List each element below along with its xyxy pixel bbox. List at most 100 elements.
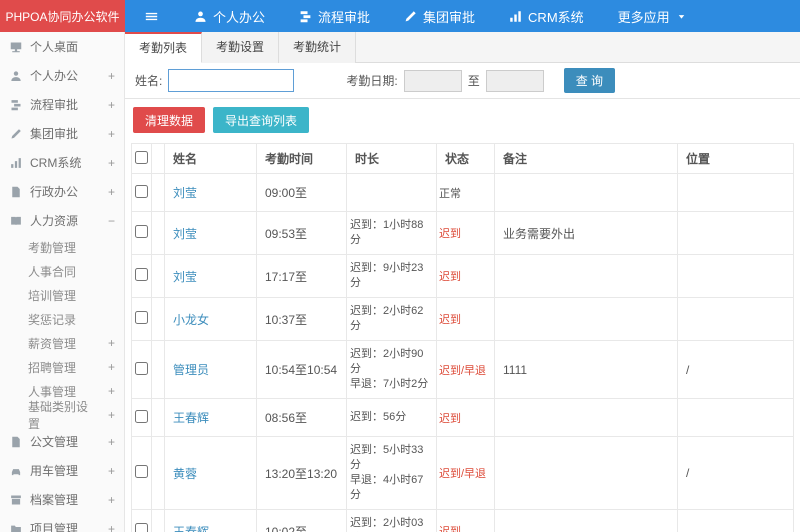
date-to-input[interactable] [485, 69, 544, 92]
sidebar-item-personal-office[interactable]: 个人办公 + [0, 61, 124, 90]
row-checkbox[interactable] [135, 311, 148, 324]
status-badge: 迟到/早退 [439, 364, 487, 377]
duration-cell: 迟到：5小时33分 早退：4小时67分 [346, 436, 437, 510]
attendance-time-cell: 08:56至 [256, 398, 347, 437]
sidebar-item-base-category-settings[interactable]: 基础类别设置 + [0, 400, 124, 431]
main-content: 考勤列表 考勤设置 考勤统计 姓名: 考勤日期: 至 查 询 清理数据 导出查询… [125, 32, 800, 532]
sidebar-item-training-mgmt[interactable]: 培训管理 [0, 283, 124, 307]
table-row: 刘莹 17:17至 迟到：9小时23分 迟到 [131, 254, 794, 298]
approval-icon [10, 128, 22, 140]
sidebar-toggle-button[interactable] [125, 0, 177, 32]
table-row: 刘莹 09:00至 正常 [131, 173, 794, 212]
status-badge: 迟到 [439, 412, 461, 425]
table-row: 小龙女 10:37至 迟到：2小时62分 迟到 [131, 297, 794, 341]
sidebar-item-attendance-mgmt[interactable]: 考勤管理 [0, 235, 124, 259]
sidebar-item-admin-office[interactable]: 行政办公 + [0, 177, 124, 206]
employee-name-link[interactable]: 管理员 [173, 363, 209, 377]
table-row: 刘莹 09:53至 迟到：1小时88分 迟到 业务需要外出 [131, 211, 794, 255]
status-badge: 迟到 [439, 271, 461, 283]
select-all-checkbox[interactable] [135, 150, 148, 164]
row-checkbox[interactable] [135, 523, 148, 532]
attendance-time-cell: 09:53至 [256, 211, 347, 255]
nav-item-more-apps[interactable]: 更多应用 [601, 0, 704, 32]
employee-name-link[interactable]: 刘莹 [173, 186, 197, 200]
expand-toggle-icon: + [107, 434, 115, 449]
sidebar-item-hr-contract[interactable]: 人事合同 [0, 259, 124, 283]
note-cell [494, 436, 678, 510]
row-checkbox[interactable] [135, 465, 148, 478]
location-cell [677, 211, 794, 255]
top-navbar: PHPOA协同办公软件 个人办公 流程审批 集团审批 CRM系统 更多应用 [0, 0, 800, 32]
nav-item-personal-office[interactable]: 个人办公 [177, 0, 282, 32]
nav-item-workflow-approval[interactable]: 流程审批 [282, 0, 387, 32]
chart-icon [10, 157, 22, 169]
flow-icon [10, 99, 22, 111]
export-list-button[interactable]: 导出查询列表 [213, 107, 310, 133]
employee-name-link[interactable]: 刘莹 [173, 270, 197, 284]
employee-name-link[interactable]: 刘莹 [173, 227, 197, 241]
blank-cell [151, 254, 165, 298]
row-checkbox[interactable] [135, 225, 148, 238]
clear-data-button[interactable]: 清理数据 [133, 107, 206, 133]
note-cell [494, 297, 678, 341]
sidebar-item-workflow-approval[interactable]: 流程审批 + [0, 90, 124, 119]
col-header-location: 位置 [677, 143, 794, 174]
sidebar-item-vehicle-mgmt[interactable]: 用车管理 + [0, 456, 124, 485]
location-cell [677, 173, 794, 212]
sidebar-item-crm-system[interactable]: CRM系统 + [0, 148, 124, 177]
sidebar-item-hr[interactable]: 人力资源 − [0, 206, 124, 235]
expand-toggle-icon: + [107, 126, 115, 141]
main-nav: 个人办公 流程审批 集团审批 CRM系统 更多应用 [177, 0, 704, 32]
tab-bar: 考勤列表 考勤设置 考勤统计 [125, 32, 800, 63]
date-to-label: 至 [467, 74, 480, 88]
nav-item-crm-system[interactable]: CRM系统 [492, 0, 601, 32]
sidebar-item-group-approval[interactable]: 集团审批 + [0, 119, 124, 148]
employee-name-link[interactable]: 黄蓉 [173, 467, 197, 481]
status-badge: 迟到 [439, 228, 461, 240]
expand-toggle-icon: + [107, 384, 115, 398]
date-from-input[interactable] [403, 69, 462, 92]
row-checkbox[interactable] [135, 184, 148, 198]
col-header-duration: 时长 [346, 143, 437, 174]
blank-cell [151, 173, 165, 212]
sidebar-item-reward-punish-records[interactable]: 奖惩记录 [0, 307, 124, 331]
car-icon [10, 465, 22, 477]
row-checkbox[interactable] [135, 268, 148, 281]
action-bar: 清理数据 导出查询列表 [125, 99, 800, 141]
location-cell [677, 398, 794, 437]
sidebar-menu: 个人桌面 个人办公 + 流程审批 + 集团审批 + CRM系统 + 行政办公 +… [0, 32, 125, 532]
employee-name-link[interactable]: 小龙女 [173, 313, 209, 327]
blank-cell [151, 211, 165, 255]
desktop-icon [10, 41, 22, 53]
note-cell [494, 173, 678, 212]
employee-name-link[interactable]: 王春辉 [173, 411, 209, 425]
row-checkbox[interactable] [135, 361, 148, 375]
tab-attendance-settings[interactable]: 考勤设置 [202, 32, 280, 63]
employee-name-link[interactable]: 王春辉 [173, 525, 209, 532]
status-badge: 迟到/早退 [439, 468, 487, 480]
sidebar-item-project-mgmt[interactable]: 项目管理 + [0, 514, 124, 532]
sidebar-item-archive-mgmt[interactable]: 档案管理 + [0, 485, 124, 514]
blank-cell [151, 340, 165, 399]
caret-down-icon [676, 11, 687, 22]
app-logo[interactable]: PHPOA协同办公软件 [0, 0, 125, 32]
attendance-time-cell: 17:17至 [256, 254, 347, 298]
row-checkbox[interactable] [135, 409, 148, 423]
attendance-time-cell: 13:20至13:20 [256, 436, 347, 510]
location-cell [677, 509, 794, 532]
doc-icon [10, 186, 22, 198]
tab-attendance-list[interactable]: 考勤列表 [125, 32, 203, 63]
col-header-name: 姓名 [164, 143, 257, 174]
sidebar-item-personal-desktop[interactable]: 个人桌面 [0, 32, 124, 61]
blank-cell [151, 398, 165, 437]
sidebar-item-salary-mgmt[interactable]: 薪资管理 + [0, 331, 124, 355]
query-button[interactable]: 查 询 [563, 68, 616, 93]
blank-cell [151, 436, 165, 510]
note-cell: 1111 [494, 340, 678, 399]
col-header-note: 备注 [494, 143, 678, 174]
sidebar-item-recruitment-mgmt[interactable]: 招聘管理 + [0, 355, 124, 379]
expand-toggle-icon: + [107, 463, 115, 478]
name-filter-input[interactable] [168, 69, 295, 92]
nav-item-group-approval[interactable]: 集团审批 [387, 0, 492, 32]
tab-attendance-stats[interactable]: 考勤统计 [279, 32, 357, 63]
